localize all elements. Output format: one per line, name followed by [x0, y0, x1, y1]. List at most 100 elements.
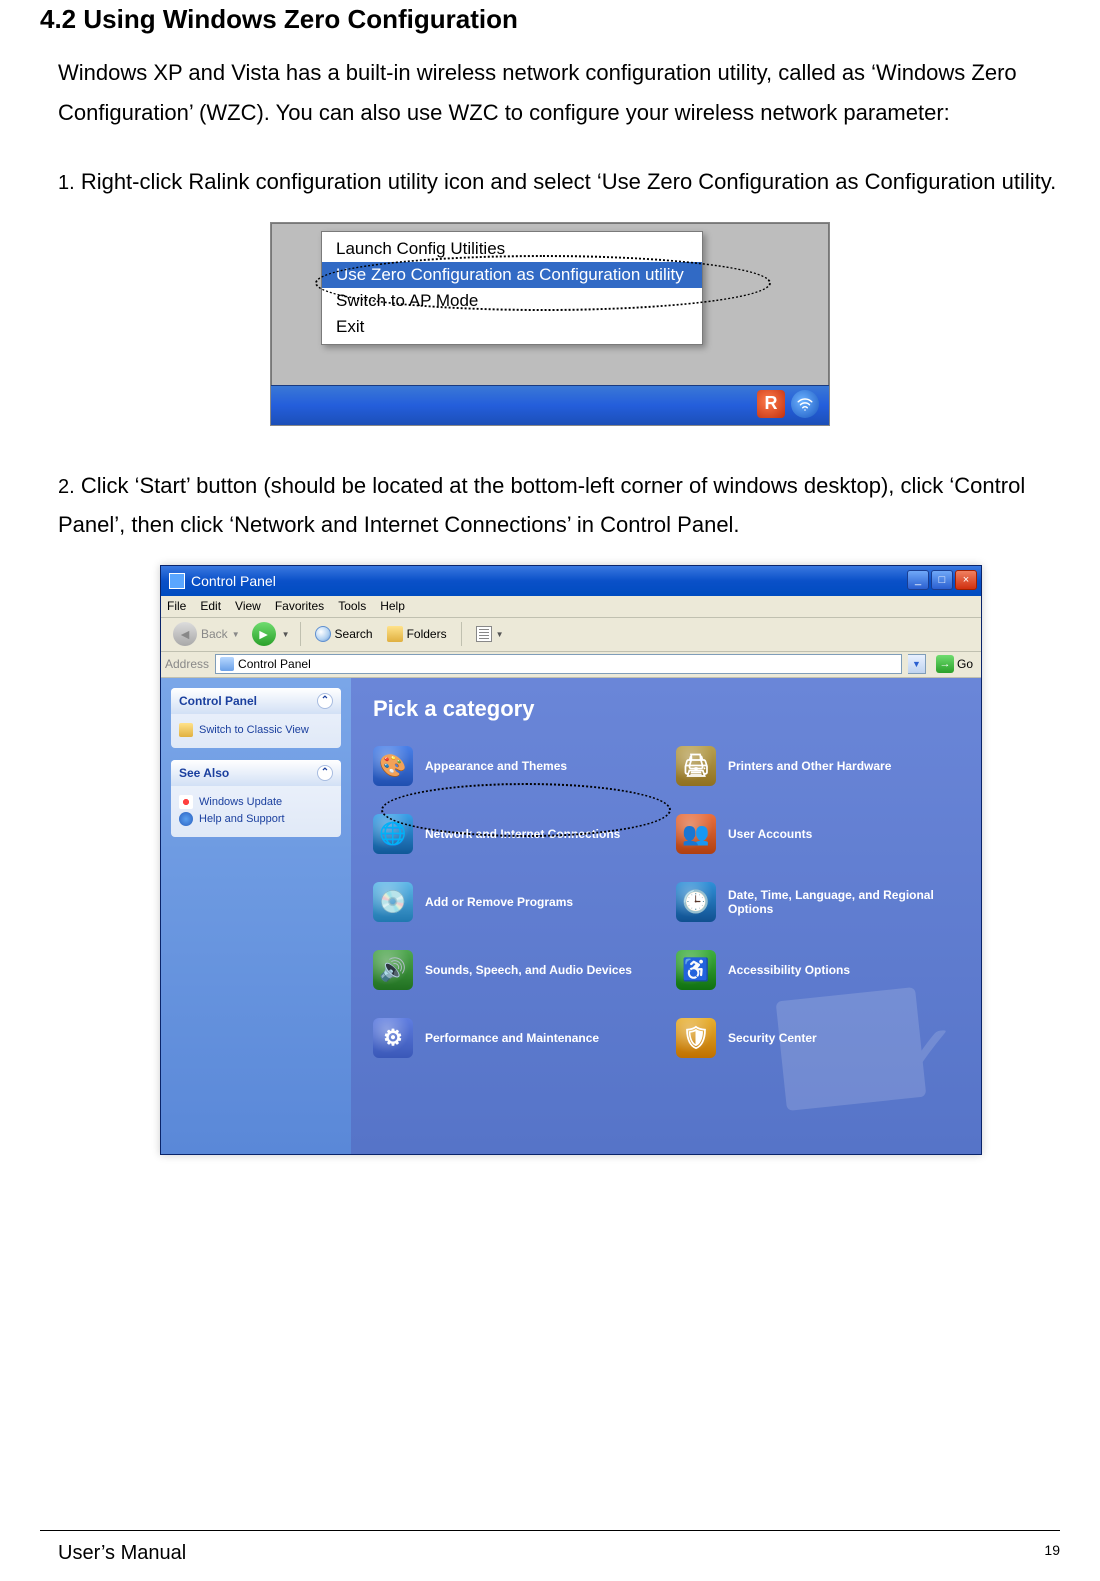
category-label: Security Center	[728, 1031, 817, 1045]
window-icon	[169, 573, 185, 589]
date-time-icon: 🕒	[676, 882, 716, 922]
main-pane: Pick a category 🎨 Appearance and Themes …	[351, 678, 981, 1154]
side-panel-see-also: See Also ⌃ Windows Update Help and Suppo…	[171, 760, 341, 837]
go-icon: →	[936, 655, 954, 673]
section-heading: 4.2 Using Windows Zero Configuration	[40, 4, 1060, 35]
performance-icon: ⚙	[373, 1018, 413, 1058]
address-icon	[220, 657, 234, 671]
window-title: Control Panel	[191, 573, 276, 589]
page-number: 19	[1044, 1542, 1060, 1565]
category-add-remove[interactable]: 💿 Add or Remove Programs	[373, 882, 656, 922]
menu-view[interactable]: View	[235, 599, 261, 613]
category-label: Date, Time, Language, and Regional Optio…	[728, 888, 959, 916]
side-panel-control-panel: Control Panel ⌃ Switch to Classic View	[171, 688, 341, 748]
views-icon	[476, 626, 492, 642]
minimize-button[interactable]: _	[907, 570, 929, 590]
menu-tools[interactable]: Tools	[338, 599, 366, 613]
maximize-button[interactable]: □	[931, 570, 953, 590]
tray-context-menu-screenshot: Launch Config Utilities Use Zero Configu…	[270, 222, 830, 426]
category-date-time[interactable]: 🕒 Date, Time, Language, and Regional Opt…	[676, 882, 959, 922]
category-security[interactable]: 🛡 Security Center	[676, 1018, 959, 1058]
category-accessibility[interactable]: ♿ Accessibility Options	[676, 950, 959, 990]
category-label: Printers and Other Hardware	[728, 759, 891, 773]
go-button[interactable]: → Go	[932, 655, 977, 673]
category-appearance[interactable]: 🎨 Appearance and Themes	[373, 746, 656, 786]
printers-icon: 🖨	[676, 746, 716, 786]
step-2-text: Click ‘Start’ button (should be located …	[58, 473, 1025, 538]
network-icon: 🌐	[373, 814, 413, 854]
category-label: Performance and Maintenance	[425, 1031, 599, 1045]
context-menu: Launch Config Utilities Use Zero Configu…	[321, 231, 703, 345]
category-sounds[interactable]: 🔊 Sounds, Speech, and Audio Devices	[373, 950, 656, 990]
back-button[interactable]: ◄ Back ▼	[167, 620, 246, 648]
windows-update-icon	[179, 795, 193, 809]
back-icon: ◄	[173, 622, 197, 646]
category-user-accounts[interactable]: 👥 User Accounts	[676, 814, 959, 854]
step-1-number: 1.	[58, 172, 75, 194]
menu-item-switch-ap-mode[interactable]: Switch to AP Mode	[322, 288, 702, 314]
switch-classic-view-link[interactable]: Switch to Classic View	[199, 724, 309, 736]
help-support-link[interactable]: Help and Support	[199, 813, 285, 825]
menu-bar: File Edit View Favorites Tools Help	[161, 596, 981, 618]
folders-label: Folders	[407, 627, 447, 641]
side-panel-title-2: See Also	[179, 766, 229, 780]
side-pane: Control Panel ⌃ Switch to Classic View S…	[161, 678, 351, 1154]
system-tray: R	[757, 390, 819, 418]
close-button[interactable]: ×	[955, 570, 977, 590]
security-icon: 🛡	[676, 1018, 716, 1058]
wifi-icon	[796, 395, 814, 413]
address-field[interactable]: Control Panel	[215, 654, 902, 674]
step-1-text: Right-click Ralink configuration utility…	[81, 169, 1056, 194]
sounds-icon: 🔊	[373, 950, 413, 990]
search-button[interactable]: Search	[311, 624, 377, 644]
collapse-icon[interactable]: ⌃	[317, 765, 333, 781]
forward-button[interactable]: ►	[252, 622, 276, 646]
control-panel-window: Control Panel _ □ × File Edit View Favor…	[160, 565, 982, 1155]
category-network[interactable]: 🌐 Network and Internet Connections	[373, 814, 656, 854]
intro-paragraph: Windows XP and Vista has a built-in wire…	[58, 53, 1060, 132]
category-printers[interactable]: 🖨 Printers and Other Hardware	[676, 746, 959, 786]
views-button[interactable]: ▼	[472, 624, 508, 644]
category-performance[interactable]: ⚙ Performance and Maintenance	[373, 1018, 656, 1058]
menu-file[interactable]: File	[167, 599, 186, 613]
category-label: User Accounts	[728, 827, 812, 841]
footer-divider	[40, 1530, 1060, 1531]
category-label: Appearance and Themes	[425, 759, 567, 773]
menu-item-exit[interactable]: Exit	[322, 314, 702, 340]
side-panel-title-1: Control Panel	[179, 694, 257, 708]
taskbar: R	[271, 385, 829, 425]
wireless-tray-icon[interactable]	[791, 390, 819, 418]
folder-icon	[387, 626, 403, 642]
address-label: Address	[165, 657, 209, 671]
category-label: Sounds, Speech, and Audio Devices	[425, 963, 632, 977]
ralink-tray-icon[interactable]: R	[757, 390, 785, 418]
category-label: Add or Remove Programs	[425, 895, 573, 909]
step-2: 2. Click ‘Start’ button (should be locat…	[58, 466, 1060, 545]
footer-title: User’s Manual	[58, 1542, 186, 1565]
step-1: 1. Right-click Ralink configuration util…	[58, 162, 1060, 202]
address-dropdown[interactable]: ▼	[908, 654, 926, 674]
menu-item-use-zero-config[interactable]: Use Zero Configuration as Configuration …	[322, 262, 702, 288]
address-value: Control Panel	[238, 657, 311, 671]
category-label: Network and Internet Connections	[425, 827, 620, 841]
window-titlebar: Control Panel _ □ ×	[161, 566, 981, 596]
menu-help[interactable]: Help	[380, 599, 405, 613]
search-icon	[315, 626, 331, 642]
help-support-icon	[179, 812, 193, 826]
menu-edit[interactable]: Edit	[200, 599, 221, 613]
menu-item-launch-config[interactable]: Launch Config Utilities	[322, 236, 702, 262]
address-bar: Address Control Panel ▼ → Go	[161, 652, 981, 678]
menu-favorites[interactable]: Favorites	[275, 599, 324, 613]
appearance-icon: 🎨	[373, 746, 413, 786]
windows-update-link[interactable]: Windows Update	[199, 796, 282, 808]
folders-button[interactable]: Folders	[383, 624, 451, 644]
go-label: Go	[957, 657, 973, 671]
category-label: Accessibility Options	[728, 963, 850, 977]
pick-category-heading: Pick a category	[373, 696, 959, 722]
user-accounts-icon: 👥	[676, 814, 716, 854]
classic-view-icon	[179, 723, 193, 737]
toolbar: ◄ Back ▼ ► ▼ Search Folders ▼	[161, 618, 981, 652]
collapse-icon[interactable]: ⌃	[317, 693, 333, 709]
search-label: Search	[335, 627, 373, 641]
back-label: Back	[201, 627, 228, 641]
